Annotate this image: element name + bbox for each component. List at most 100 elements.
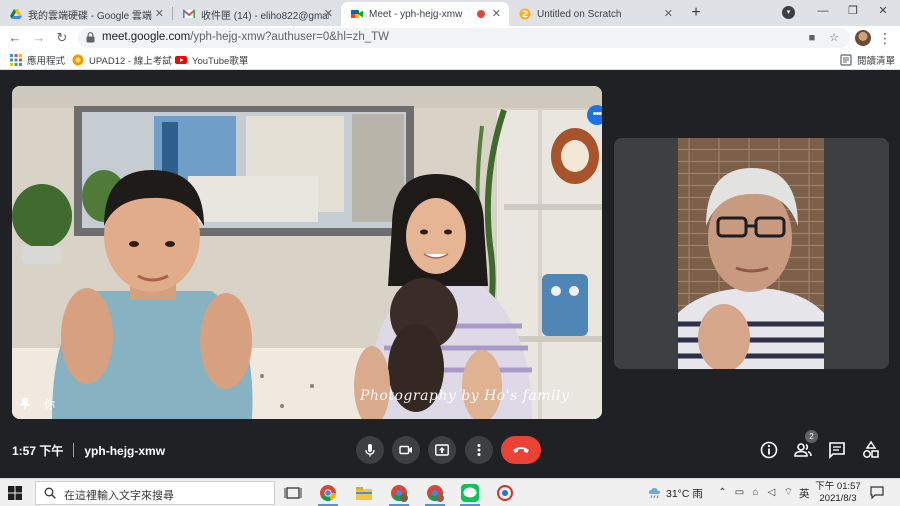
tab-title: Meet - yph-hejg-xmw <box>369 8 463 20</box>
taskbar-search-box[interactable]: 在這裡輸入文字來搜尋 <box>35 481 275 505</box>
weather-text[interactable]: 31°C 雨 <box>666 486 703 501</box>
more-vert-icon <box>477 444 481 456</box>
scratch-icon <box>519 8 531 20</box>
speaker-icon[interactable]: ◁ <box>765 486 778 499</box>
reading-list-label: 閱讀清單 <box>857 56 896 67</box>
chrome-icon[interactable] <box>318 483 338 503</box>
profile-avatar[interactable] <box>855 30 871 46</box>
tab-close-icon[interactable]: ✕ <box>324 7 333 20</box>
divider <box>73 443 75 457</box>
video-camera-icon <box>399 445 412 455</box>
microphone-button[interactable] <box>356 436 384 464</box>
bookmark-label: 應用程式 <box>27 56 66 67</box>
chrome-profile-icon-2[interactable] <box>425 483 445 503</box>
tab-close-icon[interactable]: ✕ <box>664 7 673 20</box>
screen: 我的雲端硬碟 - Google 雲端硬碟 ✕ 收件匣 (14) - eliho8… <box>0 0 900 506</box>
gmail-icon <box>183 9 195 18</box>
bookmark-upad[interactable]: UPAD12 - 線上考試 <box>72 53 172 67</box>
leave-call-button[interactable] <box>501 436 541 464</box>
notification-center-icon[interactable] <box>870 486 884 499</box>
input-method-indicator[interactable]: 英 <box>799 486 810 501</box>
side-video-frame <box>614 138 889 369</box>
tab-title: 收件匣 (14) - eliho822@gmail.c <box>201 10 329 22</box>
pin-icon[interactable] <box>20 398 30 410</box>
present-screen-button[interactable] <box>428 436 456 464</box>
restore-button[interactable]: ❐ <box>838 0 868 24</box>
main-participant-name: 你 <box>44 399 55 411</box>
camera-permission-icon[interactable]: ■ <box>805 31 819 45</box>
present-screen-icon <box>435 444 449 456</box>
microphone-icon <box>365 444 375 457</box>
clock-date: 2021/8/3 <box>819 493 857 504</box>
google-drive-icon <box>10 9 22 19</box>
meeting-code[interactable]: yph-hejg-xmw <box>84 444 165 458</box>
recording-indicator-icon <box>477 10 485 18</box>
url-path: /yph-hejg-xmw?authuser=0&hl=zh_TW <box>190 31 390 43</box>
network-icon[interactable]: ⌔ <box>782 486 795 499</box>
meeting-details-icon[interactable] <box>759 440 779 460</box>
lock-icon[interactable] <box>86 32 95 43</box>
meet-tray-icon[interactable]: ⌂ <box>749 486 762 499</box>
close-window-button[interactable]: ✕ <box>868 0 898 24</box>
bookmark-label: YouTube歌單 <box>192 56 249 67</box>
task-view-icon[interactable] <box>283 483 303 503</box>
camera-button[interactable] <box>392 436 420 464</box>
show-hidden-icons-chevron[interactable]: ⌃ <box>716 486 729 499</box>
minimize-button[interactable]: — <box>808 0 838 24</box>
people-icon[interactable] <box>793 440 813 460</box>
browser-toolbar: ← → ↻ meet.google.com/yph-hejg-xmw?authu… <box>0 26 900 50</box>
google-meet-icon <box>351 10 363 18</box>
tile-options-icon[interactable]: ••• <box>587 105 602 125</box>
meeting-time: 1:57 下午 <box>12 444 64 458</box>
forward-arrow-icon[interactable]: → <box>30 29 48 47</box>
apps-grid-icon <box>10 54 22 66</box>
reading-list-icon <box>840 54 852 66</box>
browser-menu-icon[interactable]: ⋮ <box>878 29 892 47</box>
tab-strip: 我的雲端硬碟 - Google 雲端硬碟 ✕ 收件匣 (14) - eliho8… <box>0 0 900 26</box>
bookmark-label: UPAD12 - 線上考試 <box>89 56 172 67</box>
youtube-icon <box>175 56 187 64</box>
clock-time: 下午 01:57 <box>815 481 861 492</box>
bookmark-star-icon[interactable]: ☆ <box>827 31 841 45</box>
main-video-frame <box>12 86 602 419</box>
windows-taskbar: 在這裡輸入文字來搜尋 31°C 雨 ⌃ ▭ ⌂ ◁ ⌔ 英 下午 01:57 2… <box>0 478 900 506</box>
search-placeholder: 在這裡輸入文字來搜尋 <box>64 490 174 502</box>
more-options-button[interactable] <box>465 436 493 464</box>
end-call-icon <box>513 447 529 453</box>
tab-close-icon[interactable]: ✕ <box>492 7 501 20</box>
file-explorer-icon[interactable] <box>354 483 374 503</box>
windows-start-icon[interactable] <box>8 486 22 500</box>
bookmarks-bar: 應用程式 UPAD12 - 線上考試 YouTube歌單 閱讀清單 <box>0 50 900 70</box>
back-arrow-icon[interactable]: ← <box>6 29 24 47</box>
tab-scratch[interactable]: Untitled on Scratch ✕ <box>509 2 681 26</box>
url-text[interactable]: meet.google.com/yph-hejg-xmw?authuser=0&… <box>102 31 389 43</box>
line-app-icon[interactable] <box>460 483 480 503</box>
new-tab-button[interactable]: + <box>686 3 706 23</box>
bookmark-youtube[interactable]: YouTube歌單 <box>175 53 248 67</box>
main-video-tile[interactable]: ••• <box>12 86 602 419</box>
people-count-badge: 2 <box>805 430 818 443</box>
tab-gmail[interactable]: 收件匣 (14) - eliho822@gmail.c ✕ <box>173 2 341 26</box>
meet-stage: ••• 你 Photography by Ho's family 1:57 下午… <box>0 70 900 478</box>
upad-icon <box>72 54 84 66</box>
battery-icon[interactable]: ▭ <box>733 486 746 499</box>
reload-icon[interactable]: ↻ <box>53 29 71 47</box>
side-video-tile[interactable] <box>614 138 889 369</box>
paint-app-icon[interactable] <box>495 483 515 503</box>
reading-list[interactable]: 閱讀清單 <box>840 53 895 67</box>
bookmark-apps[interactable]: 應用程式 <box>10 53 65 67</box>
tab-close-icon[interactable]: ✕ <box>155 7 164 20</box>
tab-meet[interactable]: Meet - yph-hejg-xmw ✕ <box>341 2 509 26</box>
activities-icon[interactable] <box>861 440 881 460</box>
tab-google-drive[interactable]: 我的雲端硬碟 - Google 雲端硬碟 ✕ <box>0 2 172 26</box>
address-bar[interactable]: meet.google.com/yph-hejg-xmw?authuser=0&… <box>78 28 850 48</box>
chat-icon[interactable] <box>827 440 847 460</box>
system-clock[interactable]: 下午 01:57 2021/8/3 <box>812 481 864 505</box>
photo-watermark: Photography by Ho's family <box>360 388 570 404</box>
tab-search-icon[interactable]: ▾ <box>782 6 795 19</box>
tab-title: 我的雲端硬碟 - Google 雲端硬碟 <box>28 10 152 22</box>
chrome-profile-icon[interactable] <box>389 483 409 503</box>
url-host: meet.google.com <box>102 31 191 43</box>
weather-rain-icon[interactable] <box>648 486 661 499</box>
main-participant-label: 你 <box>20 396 55 412</box>
